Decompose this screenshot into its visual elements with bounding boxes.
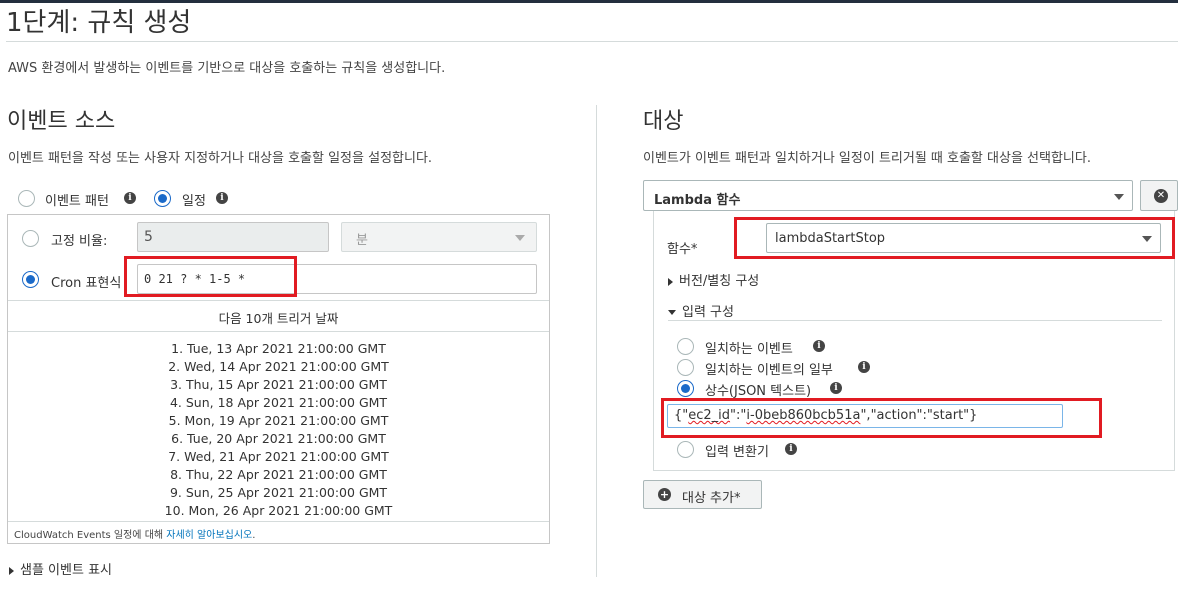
add-target-label: 대상 추가* xyxy=(682,491,741,506)
list-item: 1. Tue, 13 Apr 2021 21:00:00 GMT xyxy=(171,341,386,356)
list-item: 10. Mon, 26 Apr 2021 21:00:00 GMT xyxy=(164,503,393,518)
rate-unit-value: 분 xyxy=(356,233,368,248)
matched-event-radio[interactable] xyxy=(677,338,694,355)
rate-unit-select[interactable]: 분 xyxy=(341,222,537,252)
divider xyxy=(8,521,549,522)
footnote-period: . xyxy=(252,530,256,541)
version-alias-label: 버전/별칭 구성 xyxy=(679,274,760,289)
constant-json-label: 상수(JSON 텍스트) xyxy=(705,384,812,399)
divider xyxy=(668,320,1162,321)
event-source-description: 이벤트 패턴을 작성 또는 사용자 지정하거나 대상을 호출할 일정을 설정합니… xyxy=(8,151,433,166)
footnote-text: CloudWatch Events 일정에 대해 xyxy=(14,530,167,541)
list-item: 9. Sun, 25 Apr 2021 21:00:00 GMT xyxy=(169,485,388,500)
info-icon[interactable]: i xyxy=(830,382,842,394)
fixed-rate-radio[interactable] xyxy=(22,230,39,247)
list-item: 6. Tue, 20 Apr 2021 21:00:00 GMT xyxy=(171,431,386,446)
highlight-box xyxy=(734,217,1175,259)
info-icon[interactable]: i xyxy=(813,340,825,352)
target-description: 이벤트가 이벤트 패턴과 일치하거나 일정이 트리거될 때 호출할 대상을 선택… xyxy=(643,151,1091,166)
plus-icon: + xyxy=(658,488,671,501)
info-icon[interactable]: i xyxy=(216,192,228,204)
version-alias-toggle[interactable]: 버전/별칭 구성 xyxy=(668,270,759,289)
page-description: AWS 환경에서 발생하는 이벤트를 기반으로 대상을 호출하는 규칙을 생성합… xyxy=(8,61,446,76)
sample-event-toggle[interactable]: 샘플 이벤트 표시 xyxy=(9,559,112,578)
schedule-radio[interactable] xyxy=(154,190,171,207)
target-heading: 대상 xyxy=(643,109,684,134)
title-divider xyxy=(6,41,1178,42)
part-of-event-label: 일치하는 이벤트의 일부 xyxy=(705,363,833,378)
list-item: 4. Sun, 18 Apr 2021 21:00:00 GMT xyxy=(169,395,388,410)
add-target-button[interactable]: + 대상 추가* xyxy=(643,480,762,509)
close-icon: ✕ xyxy=(1154,189,1168,203)
target-type-select[interactable]: Lambda 함수 xyxy=(643,180,1133,211)
constant-json-radio[interactable] xyxy=(677,380,694,397)
event-pattern-label: 이벤트 패턴 xyxy=(45,194,109,209)
highlight-box xyxy=(124,256,297,297)
page-title: 1단계: 규칙 생성 xyxy=(6,8,192,38)
list-item: 5. Mon, 19 Apr 2021 21:00:00 GMT xyxy=(168,413,389,428)
cron-label: Cron 표현식 xyxy=(51,276,122,291)
matched-event-label: 일치하는 이벤트 xyxy=(705,342,793,357)
caret-right-icon xyxy=(9,566,14,575)
event-pattern-radio[interactable] xyxy=(18,190,35,207)
event-source-heading: 이벤트 소스 xyxy=(7,109,116,134)
input-config-label: 입력 구성 xyxy=(682,305,734,320)
input-config-toggle[interactable]: 입력 구성 xyxy=(668,301,734,320)
learn-more-link[interactable]: 자세히 알아보십시오 xyxy=(166,530,252,541)
caret-right-icon xyxy=(668,277,673,286)
schedule-label: 일정 xyxy=(182,194,206,209)
list-item: 8. Thu, 22 Apr 2021 21:00:00 GMT xyxy=(170,467,387,482)
next-trigger-list: 1. Tue, 13 Apr 2021 21:00:00 GMT 2. Wed,… xyxy=(8,340,549,520)
list-item: 7. Wed, 21 Apr 2021 21:00:00 GMT xyxy=(168,449,389,464)
part-of-event-radio[interactable] xyxy=(677,359,694,376)
footnote: CloudWatch Events 일정에 대해 자세히 알아보십시오. xyxy=(14,526,255,541)
input-transformer-label: 입력 변환기 xyxy=(705,445,769,460)
highlight-box xyxy=(661,398,1102,438)
input-transformer-radio[interactable] xyxy=(677,441,694,458)
info-icon[interactable]: i xyxy=(858,361,870,373)
column-divider xyxy=(596,105,597,577)
info-icon[interactable]: i xyxy=(785,443,797,455)
target-type-value: Lambda 함수 xyxy=(654,193,741,208)
divider xyxy=(8,331,549,332)
list-item: 2. Wed, 14 Apr 2021 21:00:00 GMT xyxy=(168,359,389,374)
fixed-rate-label: 고정 비율: xyxy=(51,234,108,249)
fixed-rate-input[interactable]: 5 xyxy=(137,222,329,252)
caret-down-icon xyxy=(668,310,676,315)
list-item: 3. Thu, 15 Apr 2021 21:00:00 GMT xyxy=(170,377,387,392)
cron-radio[interactable] xyxy=(22,271,39,288)
chevron-down-icon xyxy=(515,235,525,241)
next-triggers-title: 다음 10개 트리거 날짜 xyxy=(218,311,339,326)
function-label: 함수* xyxy=(667,242,698,257)
remove-target-button[interactable]: ✕ xyxy=(1140,180,1178,211)
divider xyxy=(8,300,549,301)
sample-event-label: 샘플 이벤트 표시 xyxy=(20,563,112,578)
info-icon[interactable]: i xyxy=(124,192,136,204)
chevron-down-icon xyxy=(1114,194,1124,200)
